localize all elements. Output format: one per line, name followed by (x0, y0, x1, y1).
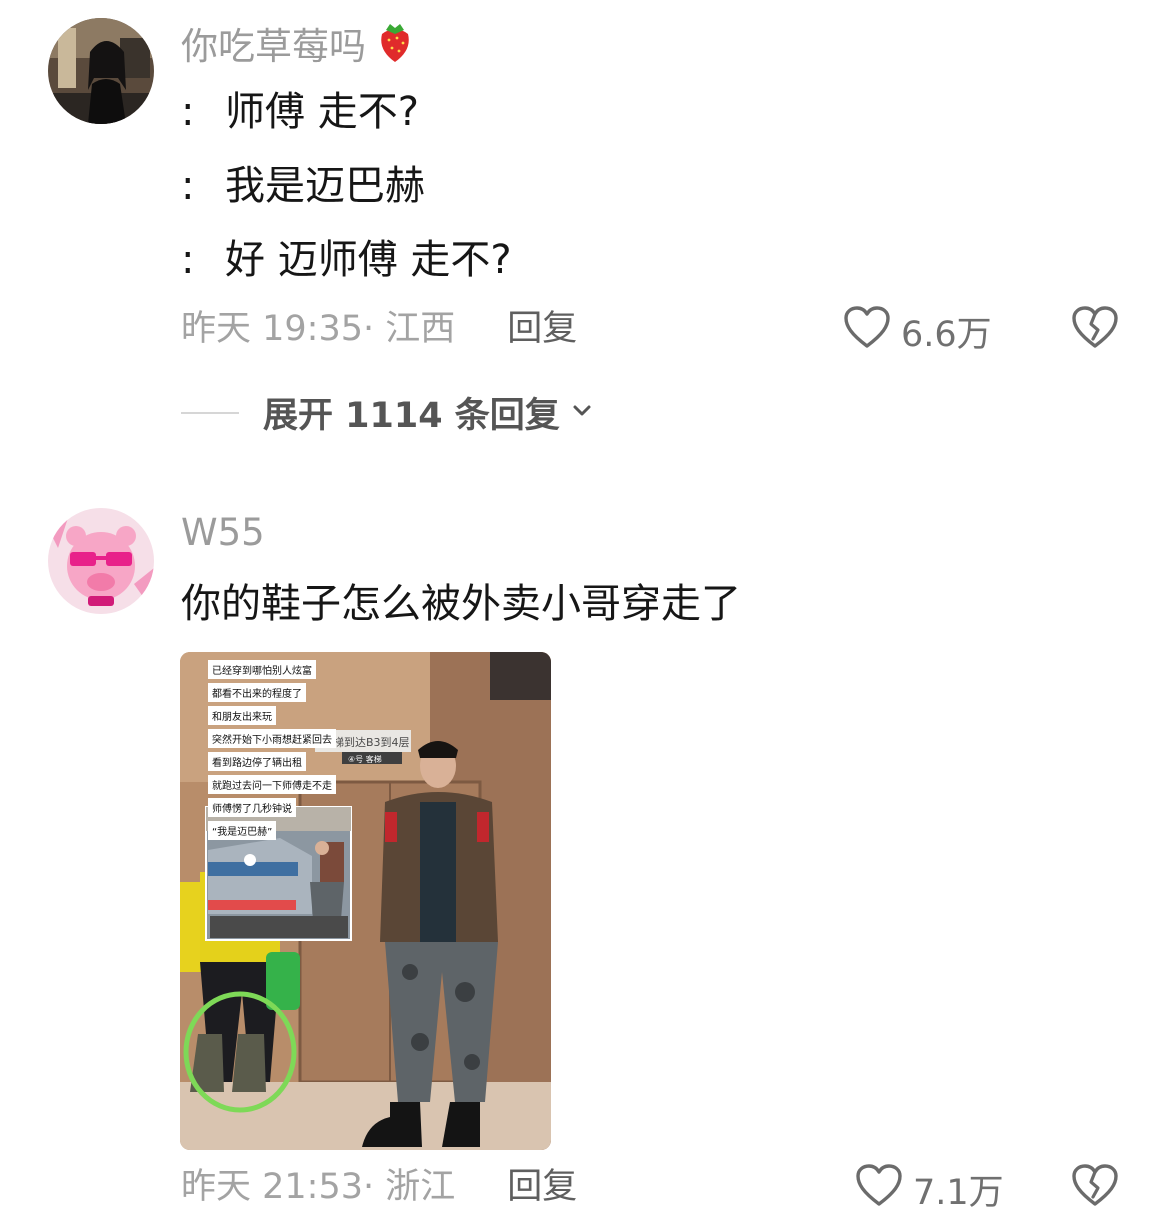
strawberry-icon (372, 18, 418, 75)
caption-line: 已经穿到哪怕别人炫富 (208, 660, 316, 679)
comment-line: : 我是迈巴赫 (181, 158, 425, 214)
avatar[interactable] (48, 508, 154, 614)
line-prefix: : (181, 237, 195, 283)
comment-meta: 昨天 21:53· 浙江 回复 (181, 1164, 577, 1210)
time-location: 昨天 21:53· 浙江 (181, 1167, 456, 1207)
comment-meta: 昨天 19:35· 江西 回复 (181, 306, 577, 352)
avatar[interactable] (48, 18, 154, 124)
like-button[interactable]: 7.1万 (855, 1163, 1004, 1216)
caption-line: 师傅愣了几秒钟说 (208, 798, 296, 817)
reply-button[interactable]: 回复 (507, 1164, 577, 1210)
line-prefix: : (181, 89, 195, 135)
broken-heart-icon (1071, 306, 1119, 353)
dislike-button[interactable] (1071, 1163, 1119, 1211)
like-count: 6.6万 (901, 315, 992, 355)
reply-button[interactable]: 回复 (507, 306, 577, 352)
caption-line: 和朋友出来玩 (208, 706, 276, 725)
caption-line: 就跑过去问一下师傅走不走 (208, 775, 336, 794)
caption-line: “我是迈巴赫” (208, 821, 277, 840)
like-count: 7.1万 (913, 1173, 1004, 1213)
heart-icon (855, 1163, 903, 1216)
comment-image[interactable]: 本梯到达B3到4层 ④号 客梯 已经穿到哪怕别人炫富 都看不出来的程度了 和朋友… (180, 652, 551, 1150)
comment-line: : 师傅 走不? (181, 84, 419, 140)
expand-replies-label: 展开 1114 条回复 (263, 396, 560, 436)
username[interactable]: W55 (181, 510, 265, 556)
expand-replies-button[interactable]: 展开 1114 条回复 (181, 387, 594, 438)
comment-line: : 好 迈师傅 走不? (181, 232, 512, 288)
like-button[interactable]: 6.6万 (843, 305, 992, 358)
dislike-button[interactable] (1071, 305, 1119, 353)
caption-line: 看到路边停了辆出租 (208, 752, 306, 771)
username[interactable]: 你吃草莓吗 (181, 18, 418, 75)
time-location: 昨天 19:35· 江西 (181, 309, 456, 349)
elevator-sign-sub: ④号 客梯 (348, 754, 382, 764)
comment-text: 你的鞋子怎么被外卖小哥穿走了 (181, 581, 741, 627)
caption-line: 都看不出来的程度了 (208, 683, 306, 702)
divider (181, 411, 239, 414)
image-captions: 已经穿到哪怕别人炫富 都看不出来的程度了 和朋友出来玩 突然开始下小雨想赶紧回去… (208, 660, 336, 840)
broken-heart-icon (1071, 1164, 1119, 1211)
chevron-down-icon (570, 399, 594, 427)
caption-line: 突然开始下小雨想赶紧回去 (208, 729, 336, 748)
line-prefix: : (181, 163, 195, 209)
heart-icon (843, 305, 891, 358)
